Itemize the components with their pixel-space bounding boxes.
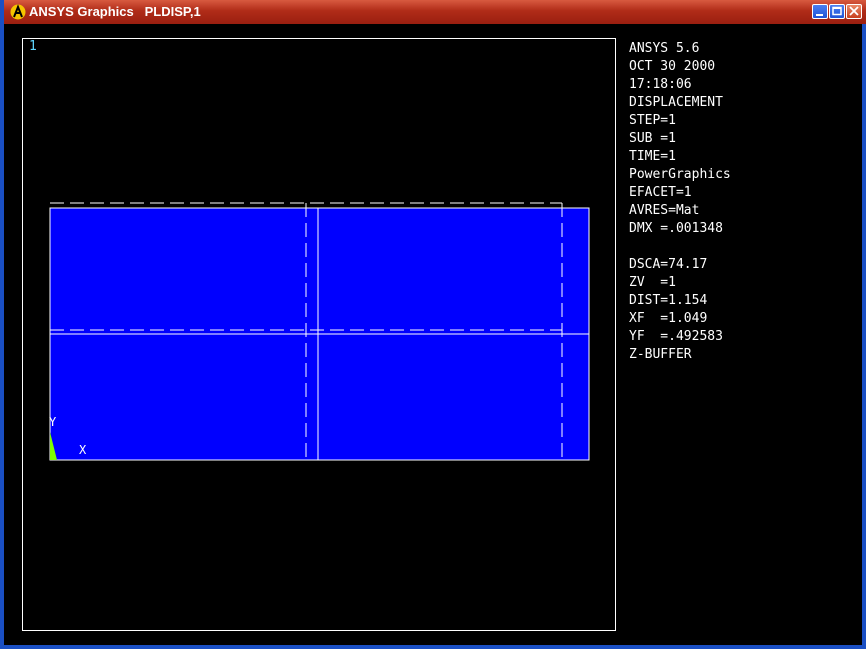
plot-legend-info: ANSYS 5.6 OCT 30 2000 17:18:06 DISPLACEM… (629, 40, 731, 364)
info-line: PowerGraphics (629, 167, 731, 182)
info-line: ANSYS 5.6 (629, 41, 700, 56)
info-line: SUB =1 (629, 131, 676, 146)
info-line: DMX =.001348 (629, 221, 723, 236)
info-line: XF =1.049 (629, 311, 708, 326)
ansys-graphics-window: ANSYS Graphics PLDISP,1 Y X 1 ANSYS 5.6 … (0, 0, 866, 649)
info-line: EFACET=1 (629, 185, 692, 200)
info-line: 17:18:06 (629, 77, 692, 92)
window-number: 1 (29, 39, 37, 54)
info-line: ZV =1 (629, 275, 676, 290)
info-line: DISPLACEMENT (629, 95, 723, 110)
info-line: YF =.492583 (629, 329, 723, 344)
info-line: STEP=1 (629, 113, 676, 128)
info-line: AVRES=Mat (629, 203, 700, 218)
displacement-plot (49, 202, 590, 461)
info-line: Z-BUFFER (629, 347, 692, 362)
info-line: TIME=1 (629, 149, 676, 164)
info-line: OCT 30 2000 (629, 59, 716, 74)
info-line: DSCA=74.17 (629, 257, 708, 272)
info-line: DIST=1.154 (629, 293, 708, 308)
triad-x-label: X (79, 443, 87, 457)
triad-y-label: Y (49, 415, 57, 429)
info-line (629, 238, 731, 256)
